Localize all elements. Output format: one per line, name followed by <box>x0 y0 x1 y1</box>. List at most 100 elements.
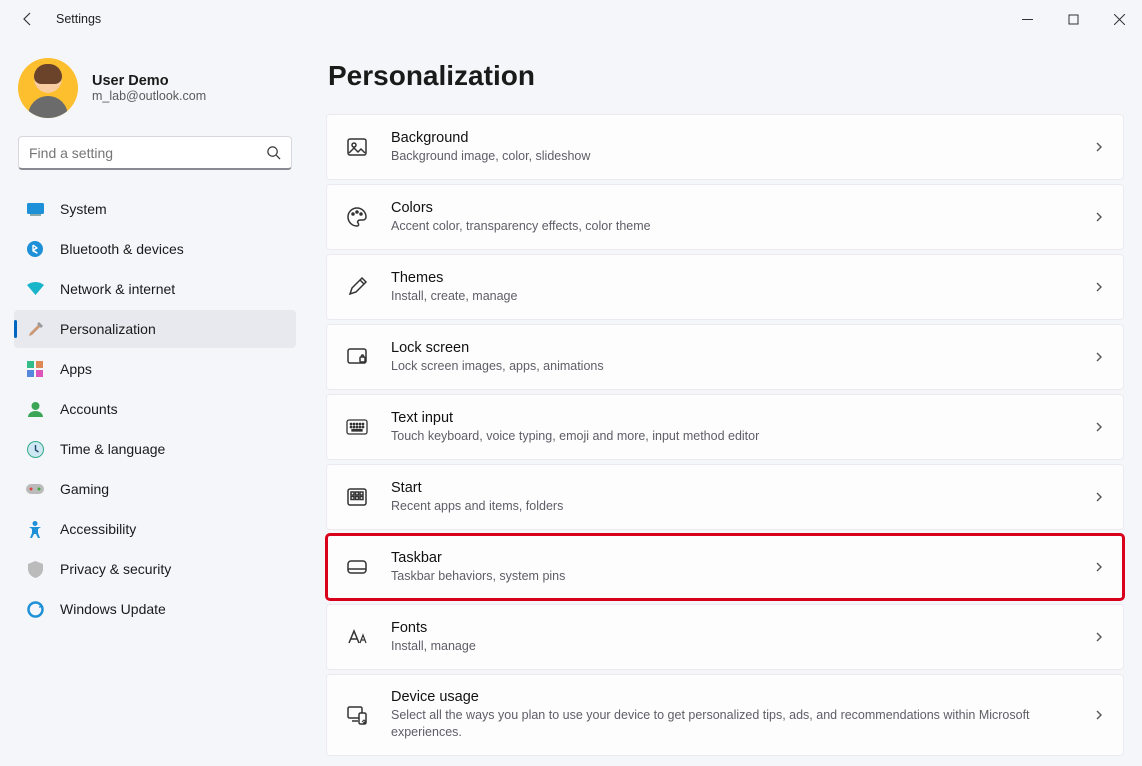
card-title: Device usage <box>391 689 1081 705</box>
card-subtitle: Taskbar behaviors, system pins <box>391 568 1081 585</box>
card-subtitle: Accent color, transparency effects, colo… <box>391 218 1081 235</box>
settings-card-textinput[interactable]: Text input Touch keyboard, voice typing, … <box>326 394 1124 460</box>
accessibility-icon <box>26 520 44 538</box>
sidebar-item-label: Apps <box>60 361 92 377</box>
chevron-right-icon <box>1093 491 1105 503</box>
back-button[interactable] <box>16 7 40 31</box>
sidebar-item-time[interactable]: Time & language <box>14 430 296 468</box>
settings-card-start[interactable]: Start Recent apps and items, folders <box>326 464 1124 530</box>
gamepad-icon <box>26 480 44 498</box>
chevron-right-icon <box>1093 709 1105 721</box>
sidebar-item-label: Gaming <box>60 481 109 497</box>
card-subtitle: Install, create, manage <box>391 288 1081 305</box>
window-controls <box>1004 3 1142 35</box>
window-title: Settings <box>56 12 101 26</box>
chevron-right-icon <box>1093 631 1105 643</box>
card-title: Taskbar <box>391 550 1081 566</box>
card-title: Lock screen <box>391 340 1081 356</box>
card-subtitle: Select all the ways you plan to use your… <box>391 707 1081 741</box>
sidebar: User Demo m_lab@outlook.com System Bluet… <box>0 38 308 766</box>
sidebar-item-label: Accessibility <box>60 521 136 537</box>
user-profile[interactable]: User Demo m_lab@outlook.com <box>14 50 296 136</box>
settings-card-deviceusage[interactable]: Device usage Select all the ways you plan… <box>326 674 1124 756</box>
card-title: Start <box>391 480 1081 496</box>
lockscreen-icon <box>345 345 369 369</box>
sidebar-item-accessibility[interactable]: Accessibility <box>14 510 296 548</box>
chevron-right-icon <box>1093 561 1105 573</box>
card-title: Background <box>391 130 1081 146</box>
paintbrush-icon <box>26 320 44 338</box>
sidebar-item-bluetooth[interactable]: Bluetooth & devices <box>14 230 296 268</box>
sidebar-item-label: Network & internet <box>60 281 175 297</box>
minimize-icon <box>1022 14 1033 25</box>
sidebar-item-personalization[interactable]: Personalization <box>14 310 296 348</box>
avatar <box>18 58 78 118</box>
taskbar-icon <box>345 555 369 579</box>
sidebar-item-network[interactable]: Network & internet <box>14 270 296 308</box>
titlebar: Settings <box>0 0 1142 38</box>
update-icon <box>26 600 44 618</box>
fonts-icon <box>345 625 369 649</box>
themes-icon <box>345 275 369 299</box>
sidebar-item-label: Windows Update <box>60 601 166 617</box>
main-content: Personalization Background Background ima… <box>308 38 1142 766</box>
wifi-icon <box>26 280 44 298</box>
search-icon <box>266 145 281 160</box>
settings-card-background[interactable]: Background Background image, color, slide… <box>326 114 1124 180</box>
settings-card-lockscreen[interactable]: Lock screen Lock screen images, apps, ani… <box>326 324 1124 390</box>
card-subtitle: Install, manage <box>391 638 1081 655</box>
bluetooth-icon <box>26 240 44 258</box>
close-icon <box>1114 14 1125 25</box>
search-input[interactable] <box>29 145 266 161</box>
deviceusage-icon <box>345 703 369 727</box>
sidebar-item-gaming[interactable]: Gaming <box>14 470 296 508</box>
sidebar-item-update[interactable]: Windows Update <box>14 590 296 628</box>
maximize-button[interactable] <box>1050 3 1096 35</box>
textinput-icon <box>345 415 369 439</box>
shield-icon <box>26 560 44 578</box>
sidebar-item-label: Accounts <box>60 401 118 417</box>
search-box[interactable] <box>18 136 292 170</box>
chevron-right-icon <box>1093 421 1105 433</box>
user-email: m_lab@outlook.com <box>92 89 206 103</box>
settings-card-colors[interactable]: Colors Accent color, transparency effects… <box>326 184 1124 250</box>
arrow-left-icon <box>20 11 36 27</box>
card-title: Themes <box>391 270 1081 286</box>
sidebar-item-system[interactable]: System <box>14 190 296 228</box>
chevron-right-icon <box>1093 141 1105 153</box>
minimize-button[interactable] <box>1004 3 1050 35</box>
sidebar-item-label: Privacy & security <box>60 561 171 577</box>
maximize-icon <box>1068 14 1079 25</box>
card-title: Text input <box>391 410 1081 426</box>
card-subtitle: Background image, color, slideshow <box>391 148 1081 165</box>
settings-card-themes[interactable]: Themes Install, create, manage <box>326 254 1124 320</box>
chevron-right-icon <box>1093 351 1105 363</box>
sidebar-item-label: Personalization <box>60 321 156 337</box>
sidebar-item-accounts[interactable]: Accounts <box>14 390 296 428</box>
apps-icon <box>26 360 44 378</box>
sidebar-item-privacy[interactable]: Privacy & security <box>14 550 296 588</box>
chevron-right-icon <box>1093 211 1105 223</box>
monitor-icon <box>26 200 44 218</box>
card-subtitle: Lock screen images, apps, animations <box>391 358 1081 375</box>
card-subtitle: Recent apps and items, folders <box>391 498 1081 515</box>
person-icon <box>26 400 44 418</box>
chevron-right-icon <box>1093 281 1105 293</box>
page-title: Personalization <box>328 60 1124 92</box>
user-name: User Demo <box>92 73 206 89</box>
colors-icon <box>345 205 369 229</box>
card-title: Fonts <box>391 620 1081 636</box>
card-title: Colors <box>391 200 1081 216</box>
sidebar-item-label: System <box>60 201 107 217</box>
card-subtitle: Touch keyboard, voice typing, emoji and … <box>391 428 1081 445</box>
settings-card-list: Background Background image, color, slide… <box>326 114 1124 766</box>
clock-icon <box>26 440 44 458</box>
sidebar-item-label: Bluetooth & devices <box>60 241 184 257</box>
nav: System Bluetooth & devices Network & int… <box>14 190 296 628</box>
close-button[interactable] <box>1096 3 1142 35</box>
start-icon <box>345 485 369 509</box>
settings-card-fonts[interactable]: Fonts Install, manage <box>326 604 1124 670</box>
sidebar-item-apps[interactable]: Apps <box>14 350 296 388</box>
sidebar-item-label: Time & language <box>60 441 165 457</box>
settings-card-taskbar[interactable]: Taskbar Taskbar behaviors, system pins <box>326 534 1124 600</box>
